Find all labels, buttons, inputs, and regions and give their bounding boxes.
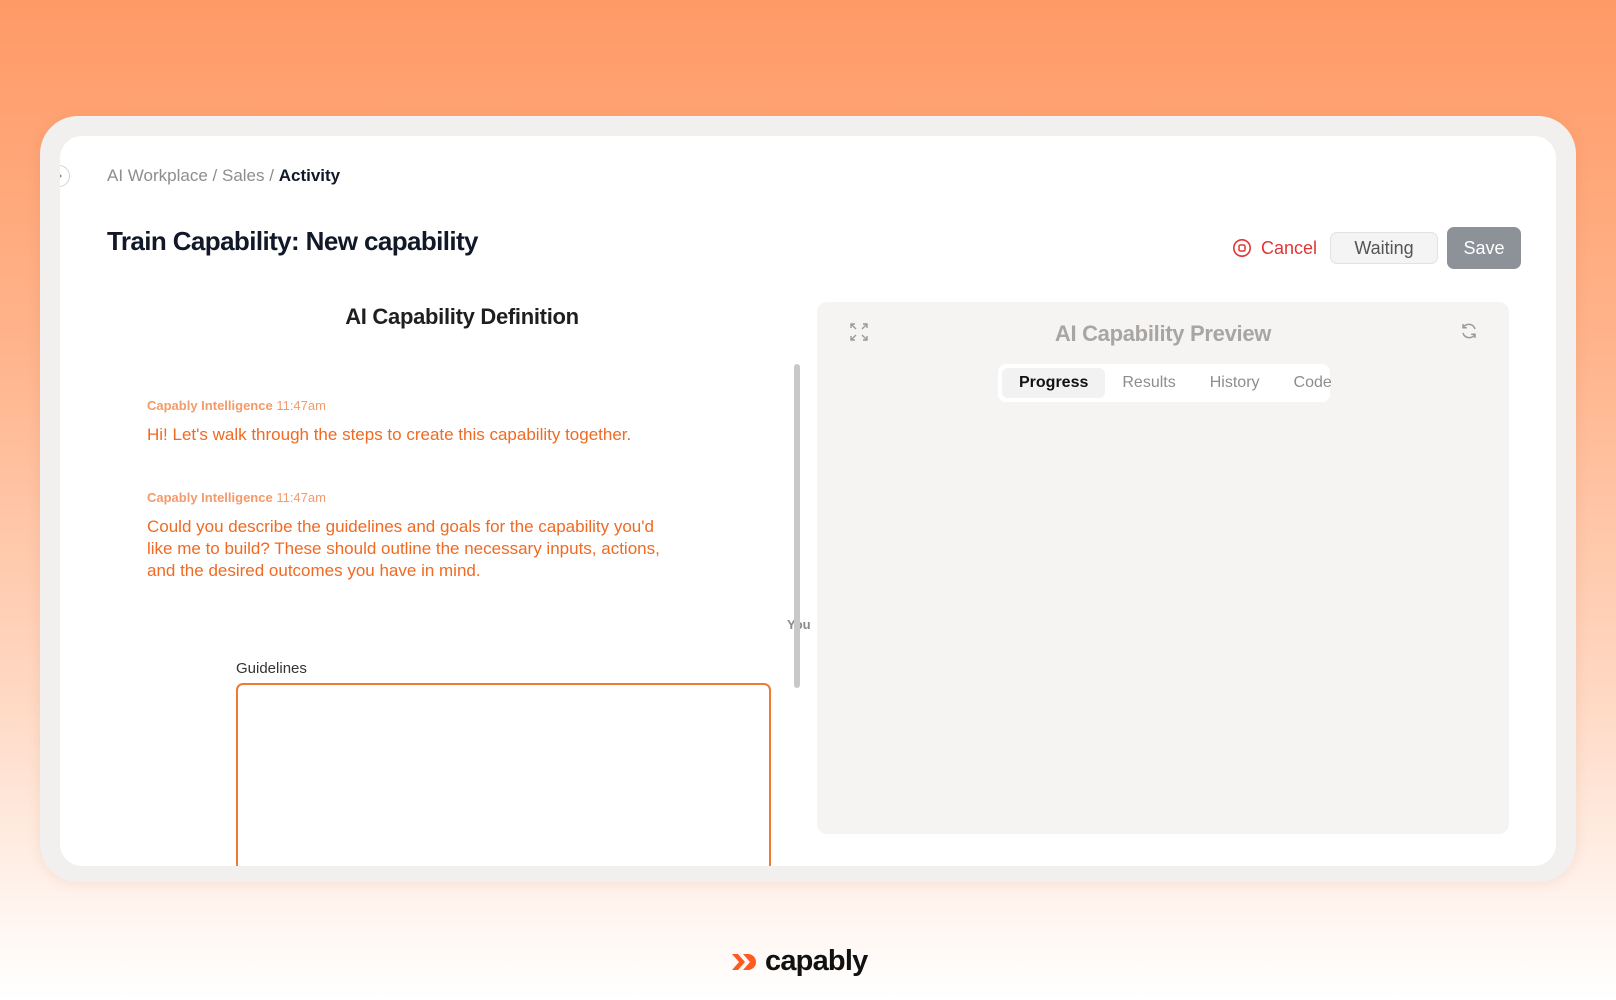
tab-code[interactable]: Code	[1277, 368, 1349, 398]
chat-thread: Capably Intelligence 11:47am Hi! Let's w…	[147, 398, 667, 626]
chevron-right-icon	[60, 174, 62, 178]
refresh-icon[interactable]	[1459, 321, 1479, 346]
preview-panel: AI Capability Preview Progress Results H…	[817, 302, 1509, 834]
breadcrumb-separator: /	[212, 166, 218, 185]
breadcrumb-current: Activity	[278, 166, 341, 185]
cancel-label: Cancel	[1260, 237, 1317, 258]
main-card: AI Workplace / Sales / Activity Train Ca…	[60, 136, 1556, 866]
message-text: Could you describe the guidelines and go…	[147, 517, 660, 580]
tab-history[interactable]: History	[1193, 368, 1277, 398]
tab-progress[interactable]: Progress	[1002, 368, 1106, 398]
action-bar: Cancel Waiting Save	[1232, 227, 1521, 269]
app-window: AI Workplace / Sales / Activity Train Ca…	[40, 116, 1576, 882]
breadcrumb-item-workplace[interactable]: AI Workplace	[107, 166, 208, 185]
stop-circle-icon	[1232, 239, 1251, 257]
page-title: Train Capability: New capability	[107, 226, 479, 256]
guidelines-label: Guidelines	[236, 660, 307, 677]
tab-results[interactable]: Results	[1105, 368, 1192, 398]
message-sender: Capably Intelligence	[147, 490, 273, 505]
chat-message: Capably Intelligence 11:47am Hi! Let's w…	[147, 398, 667, 446]
message-meta: Capably Intelligence 11:47am	[147, 398, 667, 413]
message-sender: Capably Intelligence	[147, 398, 273, 413]
sidebar-toggle-button[interactable]	[60, 165, 70, 187]
guidelines-input[interactable]	[236, 683, 771, 866]
cancel-button[interactable]: Cancel	[1232, 238, 1317, 259]
footer-logo: capably	[731, 945, 868, 978]
breadcrumb: AI Workplace / Sales / Activity	[107, 166, 340, 186]
chat-scrollbar[interactable]	[794, 364, 800, 688]
status-waiting-button[interactable]: Waiting	[1330, 232, 1438, 264]
preview-title: AI Capability Preview	[1054, 321, 1272, 346]
message-time: 11:47am	[276, 398, 326, 413]
preview-tabs: Progress Results History Code	[998, 364, 1332, 402]
brand-wordmark: capably	[765, 945, 868, 977]
message-meta: Capably Intelligence 11:47am	[147, 490, 667, 505]
save-button[interactable]: Save	[1447, 227, 1521, 269]
message-text: Hi! Let's walk through the steps to crea…	[147, 425, 632, 444]
breadcrumb-separator: /	[269, 166, 274, 185]
breadcrumb-item-sales[interactable]: Sales	[222, 166, 265, 185]
definition-title: AI Capability Definition	[345, 304, 579, 329]
chat-message: Capably Intelligence 11:47am Could you d…	[147, 490, 667, 582]
message-time: 11:47am	[276, 490, 326, 505]
capably-logo-icon	[732, 953, 756, 970]
